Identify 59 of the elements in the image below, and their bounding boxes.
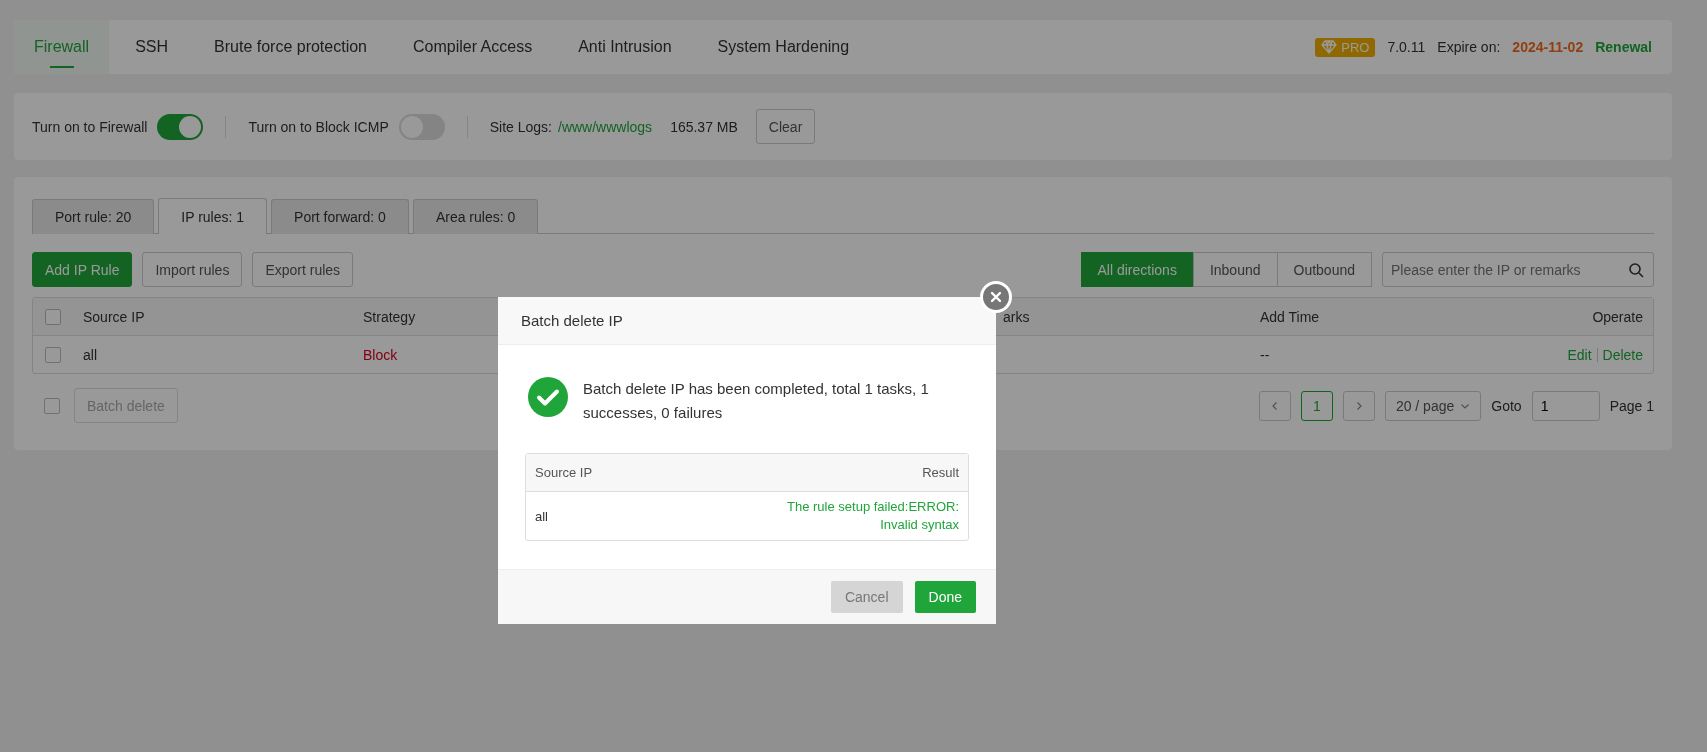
logs-path-link[interactable]: /www/wwwlogs [558,118,653,135]
renewal-link[interactable]: Renewal [1595,39,1652,55]
checkbox[interactable] [45,308,61,325]
previous-page-button[interactable] [1258,390,1291,421]
checkbox[interactable] [45,346,61,363]
direction-tab[interactable]: Outbound [1276,252,1372,287]
nav-tab[interactable]: Anti Intrusion [558,20,692,74]
search-icon [1628,262,1644,278]
row-action-link[interactable]: Delete [1602,346,1643,363]
direction-tab[interactable]: All directions [1080,252,1194,287]
version-text: 7.0.11 [1387,39,1426,55]
toggle-label: Turn on to Firewall [32,118,148,135]
search-field[interactable]: Please enter the IP or remarks [1382,252,1654,287]
checkbox[interactable] [44,397,60,414]
column-header: Add Time [1260,308,1321,325]
row-action-link[interactable]: Edit [1567,346,1592,363]
column-header: Source IP [83,308,146,325]
expire-label: Expire on: [1437,39,1501,55]
table-cell-text: -- [1260,346,1271,363]
strategy-cell-text: Block [363,346,399,363]
rule-tab[interactable]: IP rules: 1 [158,198,268,234]
action-button[interactable]: Add IP Rule [32,252,133,287]
logs-size: 165.37 MB [670,118,738,135]
toggle-switch[interactable] [157,113,204,140]
diamond-icon [1321,40,1338,54]
clear-button[interactable]: Clear [755,109,816,144]
page-label: Page 1 [1609,397,1654,414]
expire-date: 2024-11-02 [1512,39,1584,55]
nav-tab[interactable]: SSH [115,20,189,74]
page-button[interactable]: 1 [1300,390,1333,421]
dialog-title: Batch delete IP [521,312,623,329]
nav-tab[interactable]: Firewall [14,20,110,74]
toggle-label: Turn on to Block ICMP [248,118,389,135]
column-header: Source IP [535,465,593,480]
table-cell: all [535,508,548,524]
goto-label: Goto [1491,397,1522,414]
column-header: Result [922,465,959,480]
rule-tab[interactable]: Port forward: 0 [271,199,409,234]
pro-badge: PRO [1315,37,1376,57]
direction-tab[interactable]: Inbound [1192,252,1278,287]
rule-tab[interactable]: Port rule: 20 [32,199,155,234]
page-size-dropdown[interactable]: 20 / page [1384,390,1482,421]
result-message: Batch delete IP has been completed, total 1 tasks, 1 successes, 0 failures [583,379,930,423]
result-cell-text: The rule setup failed:ERROR: Invalid syntax [786,498,959,534]
table-cell-text: all [83,346,98,363]
next-page-button[interactable] [1342,390,1375,421]
action-button[interactable]: Import rules [142,252,243,287]
site-logs-label: Site Logs: [489,118,552,135]
rule-tab[interactable]: Area rules: 0 [412,199,539,234]
nav-tab[interactable]: Compiler Access [393,20,553,74]
column-header: arks [1003,308,1031,325]
goto-input[interactable]: 1 [1531,390,1600,421]
column-header: Operate [1591,308,1644,325]
column-header: Strategy [363,308,417,325]
success-check-icon [528,377,568,417]
dialog-button[interactable]: Done [914,581,976,613]
nav-tab[interactable]: Brute force protection [194,20,387,74]
nav-tab[interactable]: System Hardening [697,20,870,74]
action-button[interactable]: Export rules [252,252,354,287]
